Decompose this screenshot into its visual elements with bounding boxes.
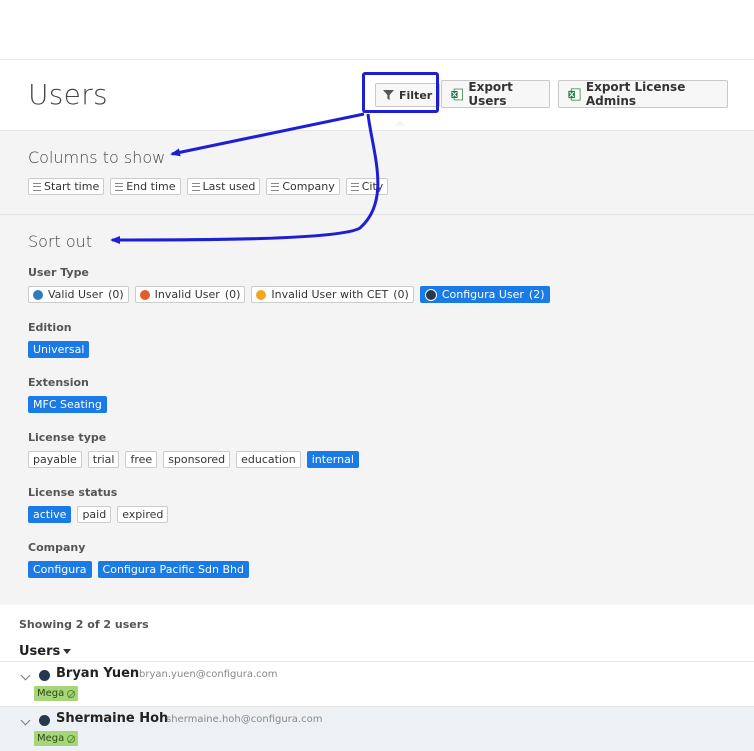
company-filter[interactable]: Configura [28, 561, 92, 578]
license-status-options: active paid expired [28, 506, 169, 523]
drag-handle-icon[interactable] [191, 182, 200, 191]
export-license-admins-button[interactable]: Export License Admins [558, 80, 728, 108]
edition-label: Edition [28, 321, 72, 334]
license-type-filter[interactable]: payable [28, 451, 82, 468]
column-tag[interactable]: Last used [186, 178, 261, 195]
license-type-filter[interactable]: education [236, 451, 301, 468]
drag-handle-icon[interactable] [271, 182, 280, 191]
status-dot-icon [139, 289, 150, 300]
export-admins-label: Export License Admins [585, 80, 686, 108]
edition-options: Universal [28, 341, 90, 358]
export-users-button[interactable]: Export Users [441, 80, 550, 108]
ban-icon [67, 734, 76, 743]
license-status-label: License status [28, 486, 118, 499]
column-tag-label: City [361, 179, 384, 193]
column-tag[interactable]: End time [110, 178, 181, 195]
column-tag[interactable]: City [345, 178, 389, 195]
excel-icon [451, 88, 464, 100]
license-type-filter[interactable]: internal [306, 451, 359, 468]
status-dot-icon [33, 289, 43, 300]
license-type-filter[interactable]: trial [87, 451, 120, 468]
extension-options: MFC Seating [28, 396, 107, 413]
user-type-filter-count: (2) [528, 287, 545, 301]
license-type-label: License type [28, 431, 107, 444]
columns-list: Start time End time Last used Company City [28, 178, 389, 195]
extension-filter[interactable]: MFC Seating [28, 396, 107, 413]
user-type-filter-count: (0) [393, 287, 409, 301]
license-badge-label: Mega [37, 733, 65, 744]
user-type-filter-label: Invalid User [154, 287, 220, 301]
page-title: Users [28, 78, 108, 111]
company-label: Company [28, 541, 86, 554]
column-tag-label: Company [282, 179, 335, 193]
column-tag-label: Start time [44, 179, 100, 193]
license-badge: Mega [34, 731, 79, 746]
license-badge: Mega [34, 686, 79, 701]
license-type-filter[interactable]: free [125, 451, 158, 468]
user-row[interactable]: Shermaine Hoh shermaine.hoh@configura.co… [0, 706, 754, 751]
drag-handle-icon[interactable] [115, 182, 124, 191]
license-status-filter[interactable]: paid [77, 506, 112, 523]
user-type-filter[interactable]: Valid User (0) [28, 286, 129, 303]
users-dropdown[interactable]: Users [19, 644, 72, 659]
user-row[interactable]: Bryan Yuen bryan.yuen@configura.com Mega [0, 661, 754, 706]
user-type-filter[interactable]: Invalid User with CET (0) [251, 286, 414, 303]
status-dot-icon [256, 289, 267, 300]
license-badge-label: Mega [37, 688, 65, 699]
user-type-label: User Type [28, 266, 89, 279]
user-email: bryan.yuen@configura.com [139, 669, 278, 680]
filter-highlight-box [362, 72, 439, 113]
column-tag[interactable]: Company [266, 178, 340, 195]
user-type-filter[interactable]: Configura User (2) [419, 286, 550, 303]
columns-heading: Columns to show [28, 148, 166, 167]
company-filter[interactable]: Configura Pacific Sdn Bhd [97, 561, 249, 578]
column-tag-label: Last used [202, 179, 256, 193]
chevron-down-icon[interactable] [20, 715, 31, 726]
chevron-down-icon[interactable] [20, 670, 31, 681]
drag-handle-icon[interactable] [33, 182, 41, 191]
license-type-options: payable trial free sponsored education intern… [28, 451, 359, 468]
edition-filter[interactable]: Universal [28, 341, 90, 358]
top-bar [0, 0, 754, 60]
user-status-dot [39, 715, 50, 726]
user-type-filter-label: Valid User [48, 287, 104, 301]
extension-label: Extension [28, 376, 89, 389]
drag-handle-icon[interactable] [350, 182, 359, 191]
column-tag[interactable]: Start time [28, 178, 105, 195]
user-status-dot [39, 670, 50, 681]
user-email: shermaine.hoh@configura.com [166, 714, 323, 725]
sort-panel: Sort out User Type Valid User (0) Invalid … [0, 215, 754, 605]
user-type-filter-label: Configura User [441, 287, 524, 301]
license-status-filter[interactable]: active [28, 506, 72, 523]
license-type-filter[interactable]: sponsored [163, 451, 231, 468]
user-type-filter[interactable]: Invalid User (0) [134, 286, 246, 303]
user-name[interactable]: Bryan Yuen [56, 666, 139, 681]
filter-popover-caret [394, 120, 406, 126]
caret-down-icon [63, 649, 72, 654]
user-type-filter-count: (0) [108, 287, 124, 301]
columns-panel: Columns to show Start time End time Last u… [0, 131, 754, 215]
ban-icon [67, 689, 76, 698]
excel-icon [568, 87, 581, 101]
export-users-label: Export Users [468, 80, 513, 108]
license-status-filter[interactable]: expired [117, 506, 169, 523]
company-options: Configura Configura Pacific Sdn Bhd [28, 561, 249, 578]
users-dropdown-label: Users [19, 644, 61, 659]
column-tag-label: End time [126, 179, 176, 193]
user-type-filter-label: Invalid User with CET [271, 287, 389, 301]
user-name[interactable]: Shermaine Hoh [56, 711, 168, 726]
user-type-options: Valid User (0) Invalid User (0) Invalid User… [28, 286, 550, 303]
showing-count: Showing 2 of 2 users [19, 618, 149, 631]
status-dot-icon [424, 288, 437, 301]
user-type-filter-count: (0) [224, 287, 241, 301]
sort-heading: Sort out [28, 232, 93, 251]
